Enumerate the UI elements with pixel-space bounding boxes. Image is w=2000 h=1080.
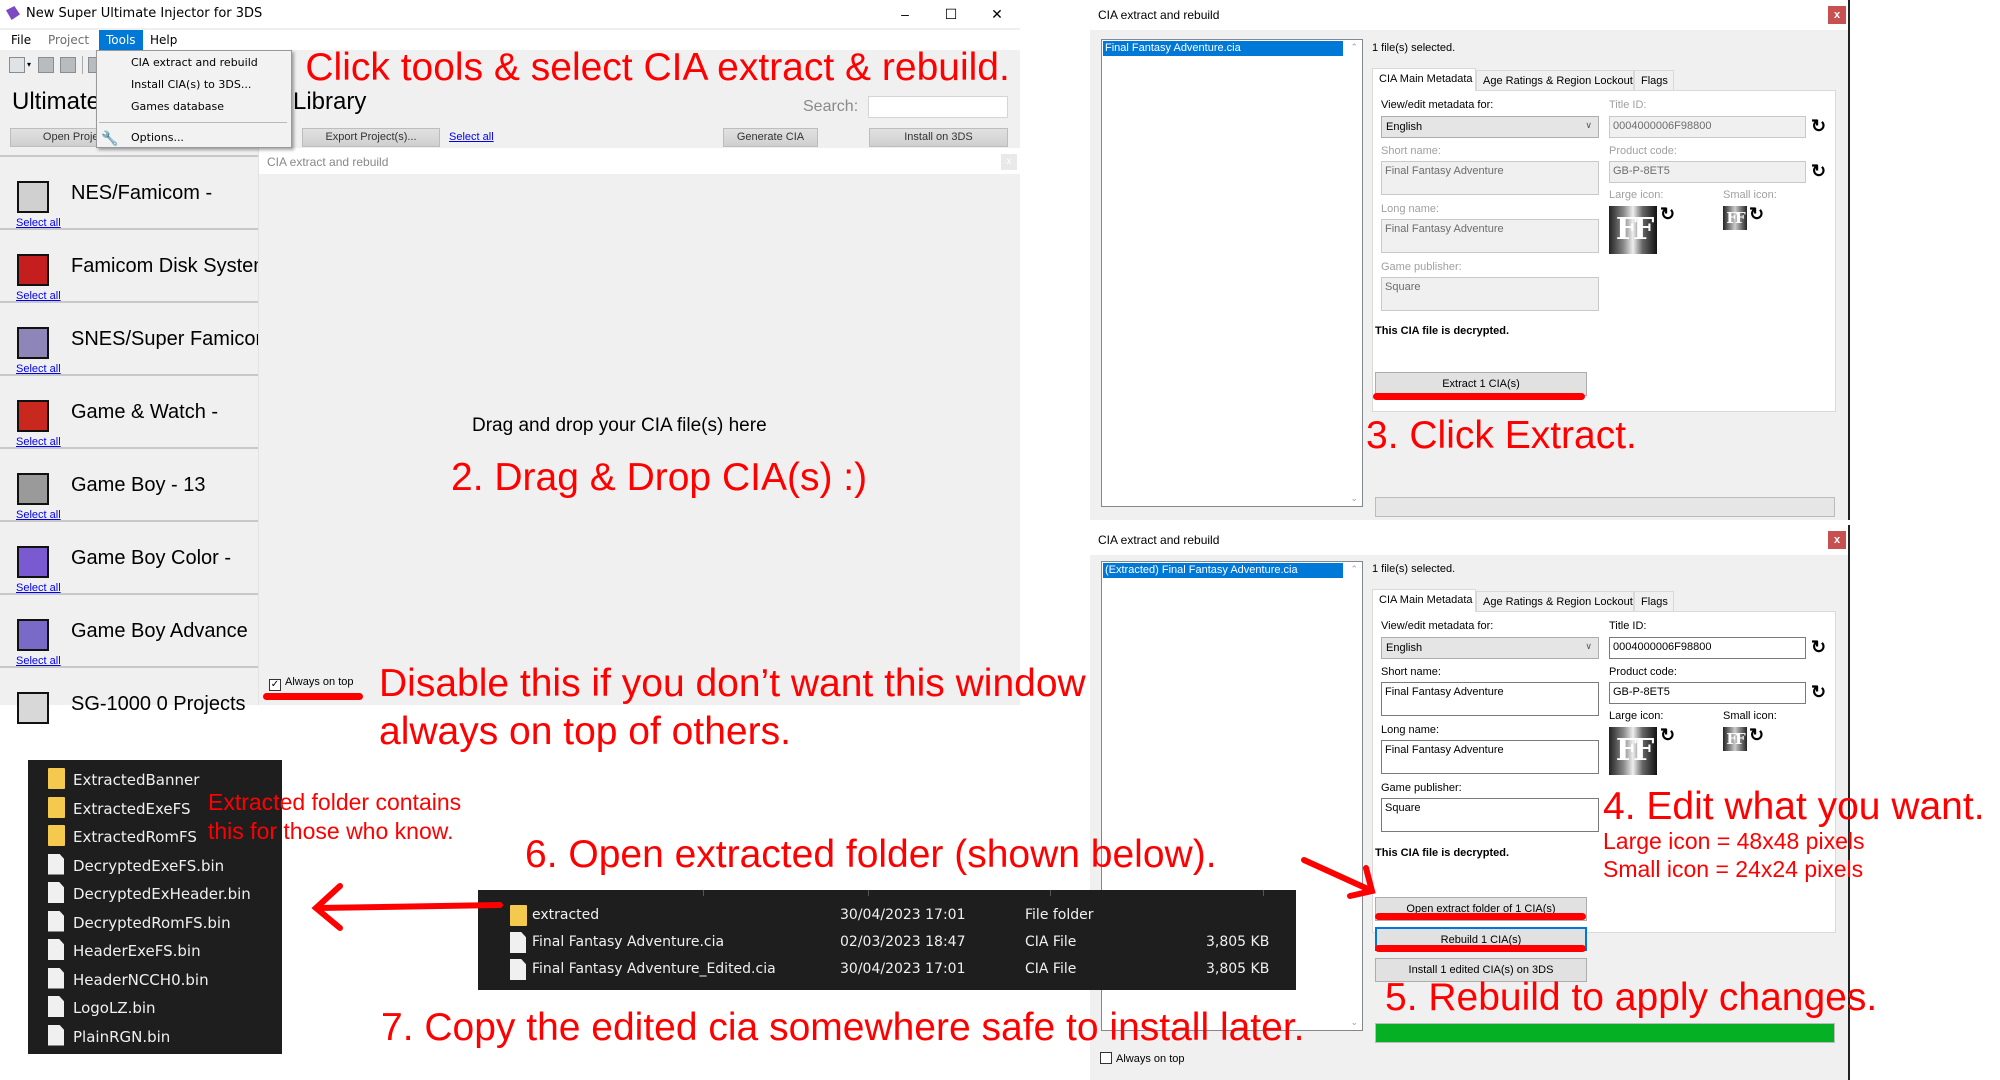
- drop-dialog-title-bar: CIA extract and rebuild x: [259, 148, 1021, 174]
- checkbox-checked-icon[interactable]: ✓: [269, 679, 281, 691]
- menu-item-install-cia[interactable]: Install CIA(s) to 3DS...: [131, 78, 251, 91]
- wrench-icon: 🔧: [101, 131, 119, 147]
- menu-item-cia-extract-rebuild[interactable]: CIA extract and rebuild: [131, 56, 258, 69]
- always-on-top-checkbox[interactable]: ✓ Always on top: [269, 676, 353, 691]
- menu-item-games-database[interactable]: Games database: [131, 100, 224, 113]
- drop-zone-label[interactable]: Drag and drop your CIA file(s) here: [472, 415, 767, 437]
- drop-dialog-title: CIA extract and rebuild: [267, 155, 389, 169]
- menu-item-options[interactable]: Options...: [131, 131, 184, 144]
- annotation-always-on-top-1: Disable this if you don’t want this wind…: [379, 662, 1086, 705]
- menu-separator: [99, 122, 287, 123]
- annotation-underline: [263, 693, 363, 700]
- drop-dialog: CIA extract and rebuild x Drag and drop …: [258, 148, 1021, 705]
- annotation-step-2: 2. Drag & Drop CIA(s) :): [451, 456, 868, 499]
- drop-dialog-close-button[interactable]: x: [1001, 154, 1017, 170]
- arrow-to-open-folder-button: [1301, 857, 1373, 893]
- always-on-top-label: Always on top: [285, 676, 354, 688]
- arrow-to-extracted-contents: [315, 902, 503, 911]
- tools-dropdown-menu: CIA extract and rebuild Install CIA(s) t…: [96, 50, 292, 148]
